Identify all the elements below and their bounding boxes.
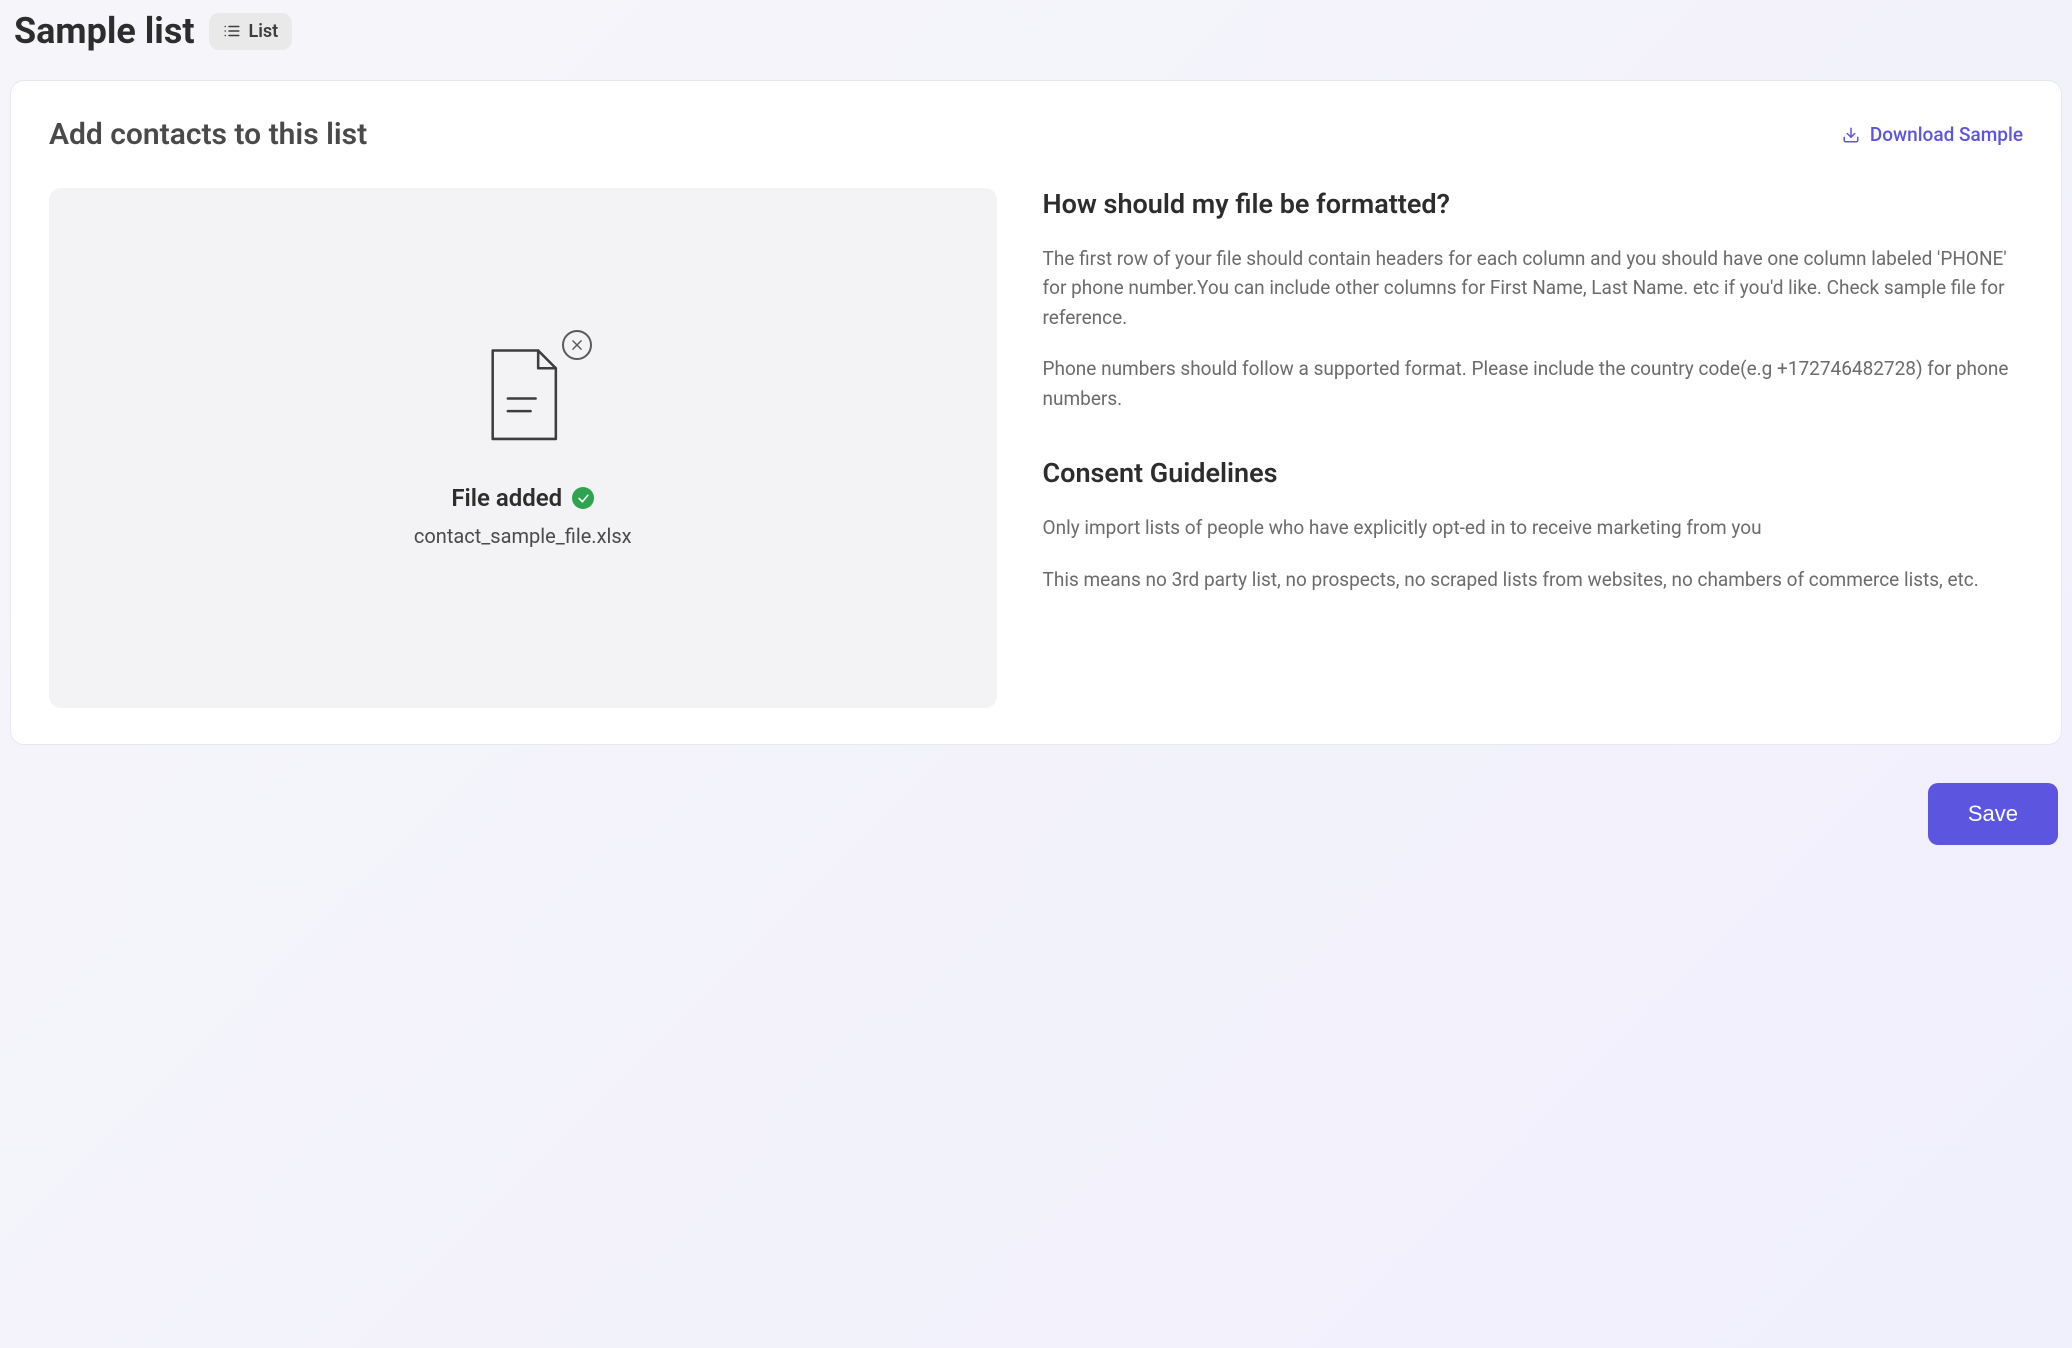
page-title: Sample list [14,10,195,52]
format-paragraph-1: The first row of your file should contai… [1043,244,2023,332]
file-status: File added [451,484,594,512]
consent-heading: Consent Guidelines [1043,457,2023,489]
consent-paragraph-2: This means no 3rd party list, no prospec… [1043,565,2023,594]
download-icon [1842,126,1860,144]
uploaded-file-name: contact_sample_file.xlsx [414,524,632,548]
save-button[interactable]: Save [1928,783,2058,845]
card-header: Add contacts to this list Download Sampl… [49,117,2023,152]
document-icon [484,348,562,444]
remove-file-button[interactable] [562,330,592,360]
download-sample-label: Download Sample [1870,123,2023,146]
check-circle-icon [572,487,594,509]
format-heading: How should my file be formatted? [1043,188,2023,220]
list-icon [223,22,241,40]
upload-panel[interactable]: File added contact_sample_file.xlsx [49,188,997,708]
list-badge[interactable]: List [209,13,293,50]
main-card: Add contacts to this list Download Sampl… [10,80,2062,745]
consent-paragraph-1: Only import lists of people who have exp… [1043,513,2023,542]
info-panel: How should my file be formatted? The fir… [1043,188,2023,708]
download-sample-link[interactable]: Download Sample [1842,123,2023,146]
content-row: File added contact_sample_file.xlsx How … [49,188,2023,708]
close-icon [570,338,584,352]
list-badge-label: List [249,21,279,42]
footer: Save [10,783,2062,845]
file-status-label: File added [451,484,562,512]
page-header: Sample list List [10,10,2062,52]
format-paragraph-2: Phone numbers should follow a supported … [1043,354,2023,413]
file-icon-wrap [484,348,562,448]
card-title: Add contacts to this list [49,117,367,152]
